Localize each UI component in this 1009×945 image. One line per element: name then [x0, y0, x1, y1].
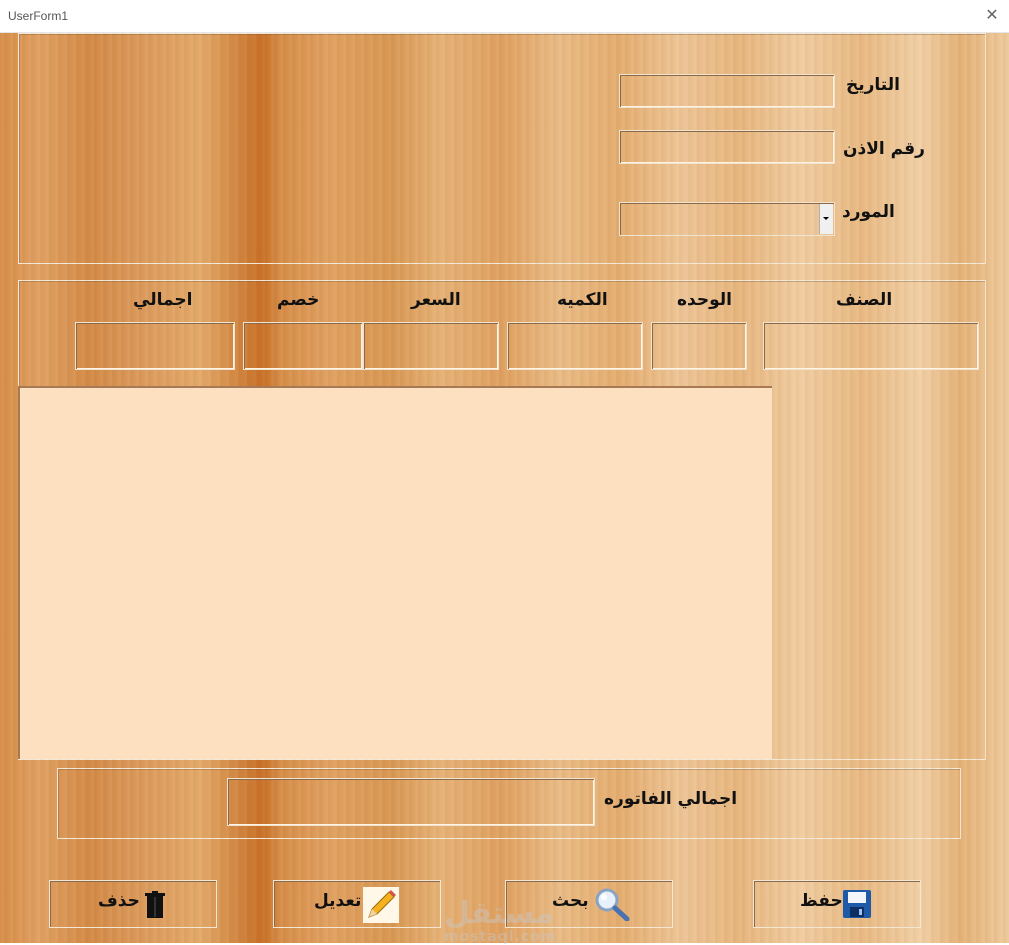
column-quantity: الكميه — [557, 290, 608, 310]
date-field[interactable] — [619, 74, 835, 108]
header-frame — [18, 33, 986, 264]
invoice-total-field[interactable] — [227, 778, 595, 826]
permit-number-label: رقم الاذن — [843, 139, 925, 159]
items-listbox[interactable] — [18, 386, 772, 759]
delete-button[interactable]: حذف — [49, 880, 217, 928]
title-bar: UserForm1 ✕ — [0, 0, 1009, 33]
column-unit: الوحده — [677, 290, 732, 310]
column-discount: خصم — [277, 290, 320, 310]
trash-icon — [145, 891, 165, 918]
edit-label: تعديل — [314, 891, 362, 911]
supplier-combo[interactable] — [619, 202, 835, 236]
supplier-label: المورد — [842, 202, 895, 222]
magnifier-icon — [595, 888, 630, 921]
column-total: اجمالي — [133, 290, 193, 310]
floppy-disk-icon — [843, 890, 871, 918]
column-item: الصنف — [836, 290, 893, 310]
chevron-down-icon[interactable] — [819, 204, 833, 234]
discount-field[interactable] — [243, 322, 363, 370]
search-button[interactable]: بحث — [505, 880, 673, 928]
column-price: السعر — [411, 290, 461, 310]
unit-field[interactable] — [651, 322, 747, 370]
close-icon[interactable]: ✕ — [983, 4, 1001, 26]
invoice-total-label: اجمالي الفاتوره — [604, 789, 738, 809]
date-label: التاريخ — [846, 75, 900, 95]
delete-label: حذف — [98, 891, 140, 911]
window-title: UserForm1 — [8, 9, 69, 23]
price-field[interactable] — [363, 322, 499, 370]
line-total-field[interactable] — [75, 322, 235, 370]
quantity-field[interactable] — [507, 322, 643, 370]
pencil-icon — [363, 887, 399, 923]
permit-number-field[interactable] — [619, 130, 835, 164]
search-label: بحث — [552, 891, 589, 911]
save-label: حفظ — [800, 891, 843, 911]
item-field[interactable] — [763, 322, 979, 370]
save-button[interactable]: حفظ — [753, 880, 921, 928]
edit-button[interactable]: تعديل — [273, 880, 441, 928]
